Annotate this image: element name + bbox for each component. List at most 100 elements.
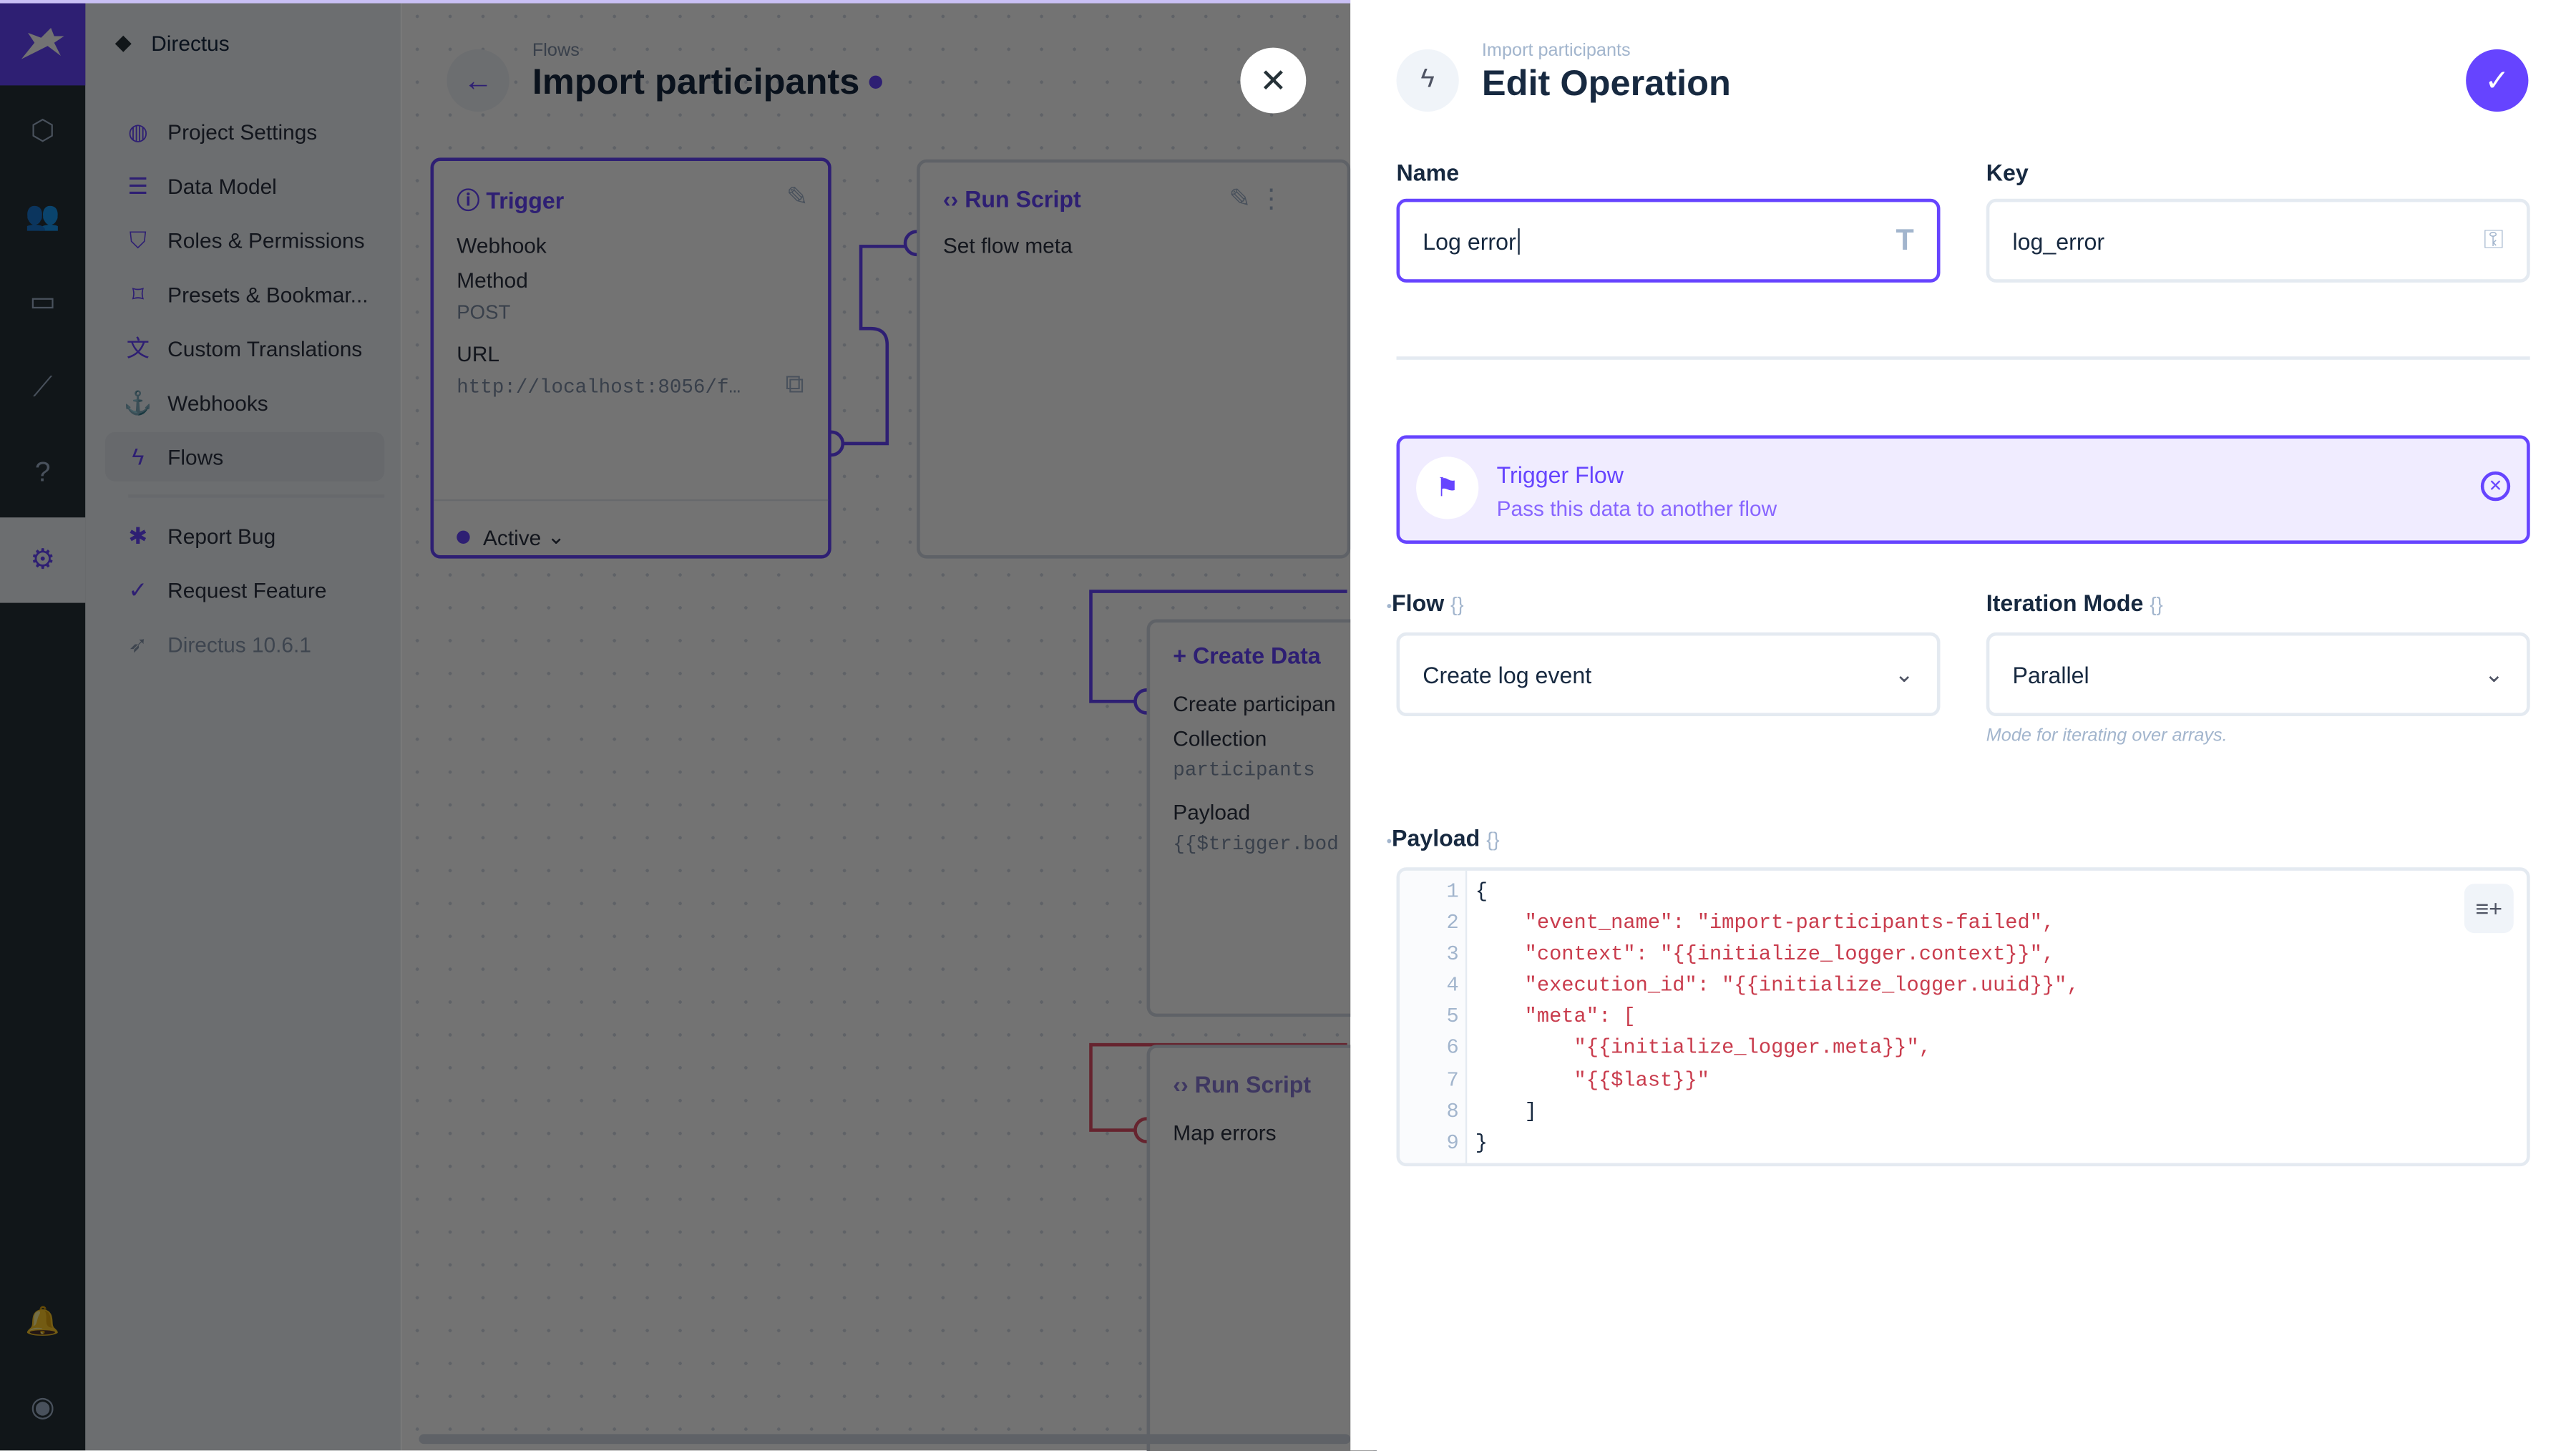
code-icon: ‹› [1173, 1070, 1189, 1098]
selected-operation-card[interactable]: ⚑ Trigger Flow Pass this data to another… [1396, 435, 2530, 544]
run-script-card[interactable]: ‹› Run Script ✎ ⋮ Set flow meta [917, 159, 1351, 559]
line-number: 9 [1446, 1131, 1459, 1155]
content-module-icon[interactable]: ⬡ [0, 89, 85, 174]
nav-item-project-settings[interactable]: ◍ Project Settings [105, 107, 384, 156]
insights-module-icon[interactable]: ⟋ [0, 345, 85, 430]
nav-label: Flows [167, 444, 224, 469]
nav-label: Project Settings [167, 119, 318, 144]
url-value: http://localhost:8056/f… [457, 376, 741, 399]
create-data-title-text: Create Data [1193, 642, 1321, 669]
payload-label-text: Payload [1392, 824, 1480, 851]
nav-item-presets[interactable]: ⌑ Presets & Bookmar... [105, 270, 384, 319]
key-input[interactable]: log_error ⚿ [1986, 198, 2530, 283]
deselect-operation-button[interactable]: ✕ [2480, 471, 2511, 502]
method-value: POST [457, 301, 511, 324]
nav-label: Report Bug [167, 523, 276, 548]
card-divider [434, 499, 829, 502]
nav-item-report-bug[interactable]: ✱ Report Bug [105, 511, 384, 560]
line-number: 7 [1446, 1068, 1459, 1092]
line-number: 2 [1446, 912, 1459, 935]
globe-icon: ◍ [127, 117, 148, 144]
run-script-2-card[interactable]: ‹› Run Script Map errors [1146, 1045, 1377, 1451]
nav-item-request-feature[interactable]: ✓ Request Feature [105, 565, 384, 615]
line-number: 1 [1446, 880, 1459, 904]
bookmark-icon: ⌑ [132, 280, 145, 307]
raw-value-braces-icon[interactable]: {} [1450, 593, 1463, 616]
chevron-down-icon: ⌄ [1894, 660, 1914, 687]
create-data-subtitle: Create participan [1173, 691, 1336, 717]
copy-icon[interactable]: ⧉ [785, 371, 804, 401]
horizontal-scrollbar[interactable] [419, 1434, 1351, 1445]
insert-variable-button[interactable]: ≡+ [2464, 884, 2514, 934]
nav-item-webhooks[interactable]: ⚓ Webhooks [105, 378, 384, 427]
operation-title: Trigger Flow [1496, 461, 1624, 488]
playlist-add-icon: ≡+ [2475, 895, 2503, 922]
line-number: 3 [1446, 943, 1459, 967]
close-circle-icon: ✕ [2488, 477, 2503, 496]
close-drawer-button[interactable]: ✕ [1240, 47, 1307, 114]
status-dot [457, 530, 470, 544]
save-button[interactable]: ✓ [2466, 49, 2529, 112]
url-label: URL [457, 341, 499, 366]
code-line: ] [1475, 1100, 1537, 1123]
payload-label: Payload [1173, 800, 1251, 825]
module-bar: ⬡ 👥 ▭ ⟋ ? ⚙ 🔔 ◉ [0, 0, 86, 1451]
plus-icon: + [1173, 642, 1187, 669]
raw-value-braces-icon[interactable]: {} [2150, 593, 2162, 616]
help-module-icon[interactable]: ? [0, 431, 85, 516]
anchor-icon: ⚓ [123, 388, 152, 415]
status-label: Active [483, 524, 542, 549]
chevron-down-icon: ⌄ [547, 524, 565, 549]
method-label: Method [457, 268, 528, 293]
create-data-card[interactable]: + Create Data Create participan Collecti… [1146, 619, 1377, 1017]
notifications-icon[interactable]: 🔔 [0, 1280, 85, 1365]
bolt-icon: ϟ [132, 443, 145, 470]
nav-item-translations[interactable]: 文 Custom Translations [105, 323, 384, 373]
nav-item-flows[interactable]: ϟ Flows [104, 431, 385, 482]
payload-code-editor[interactable]: 1 2 3 4 5 6 7 8 9 { "event_name": "import-partic… [1396, 867, 2530, 1167]
files-module-icon[interactable]: ▭ [0, 260, 85, 345]
verified-icon: ✓ [128, 575, 148, 602]
run-script-title: ‹› Run Script [943, 185, 1081, 212]
operation-description: Pass this data to another flow [1496, 496, 1777, 521]
drawer-breadcrumb[interactable]: Import participants [1482, 41, 1631, 61]
raw-value-braces-icon[interactable]: {} [1486, 828, 1499, 851]
project-name: Directus [151, 30, 230, 55]
bolt-circle-icon: ϟ [1396, 49, 1459, 112]
trigger-card[interactable]: ⓘ Trigger ✎ Webhook Method POST URL http… [430, 157, 831, 559]
flow-value: Create log event [1423, 661, 1592, 688]
user-avatar-icon[interactable]: ◉ [0, 1365, 85, 1450]
code-line: } [1475, 1131, 1488, 1155]
version-link[interactable]: ➶ Directus 10.6.1 [105, 620, 384, 669]
iteration-label-text: Iteration Mode [1986, 590, 2144, 616]
code-content[interactable]: { "event_name": "import-participants-fai… [1475, 877, 2079, 1160]
edit-pencil-icon[interactable]: ✎ ⋮ [1229, 182, 1284, 215]
flow-canvas[interactable]: ← Flows Import participants ⓘ Trigger ✎ … [401, 0, 1377, 1451]
settings-module-icon[interactable]: ⚙ [0, 517, 86, 603]
line-number: 8 [1446, 1100, 1459, 1123]
nav-label: Custom Translations [167, 336, 363, 361]
edit-operation-drawer: ϟ Import participants Edit Operation ✓ N… [1350, 0, 2576, 1451]
bug-icon: ✱ [128, 521, 148, 548]
key-icon: ⚿ [2484, 225, 2504, 254]
close-icon: ✕ [1259, 63, 1287, 99]
name-input[interactable]: Log error T [1396, 198, 1941, 283]
nav-label: Presets & Bookmar... [167, 281, 369, 307]
list-icon: ☰ [127, 171, 149, 198]
nav-item-data-model[interactable]: ☰ Data Model [105, 161, 384, 210]
run-script-2-title: ‹› Run Script [1173, 1071, 1311, 1098]
directus-logo[interactable] [0, 0, 86, 86]
text-type-icon: T [1896, 223, 1914, 257]
trigger-title: ⓘ Trigger [457, 184, 564, 217]
project-logo-icon: ◆ [114, 29, 132, 54]
nav-label: Webhooks [167, 390, 268, 415]
code-line: "event_name": "import-participants-faile… [1475, 912, 2055, 935]
iteration-mode-select[interactable]: Parallel ⌄ [1986, 632, 2530, 717]
nav-item-roles[interactable]: ⛉ Roles & Permissions [105, 215, 384, 265]
project-header[interactable]: ◆ Directus [115, 29, 230, 56]
users-module-icon[interactable]: 👥 [0, 174, 85, 259]
status-toggle[interactable]: Active ⌄ [457, 524, 565, 550]
code-icon: ‹› [942, 185, 959, 212]
flow-select[interactable]: Create log event ⌄ [1396, 632, 1941, 717]
edit-pencil-icon[interactable]: ✎ [786, 181, 809, 214]
